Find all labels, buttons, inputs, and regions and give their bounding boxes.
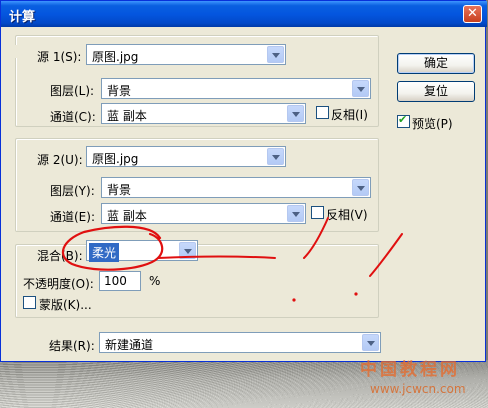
opacity-input[interactable]: 100 [99, 271, 141, 291]
chevron-down-icon[interactable] [287, 205, 304, 222]
source2-select[interactable]: 原图.jpg [86, 146, 286, 167]
blend-mode-value: 柔光 [89, 243, 120, 262]
source1-channel-select[interactable]: 蓝 副本 [101, 103, 306, 124]
source2-value: 原图.jpg [92, 152, 139, 166]
chevron-down-icon[interactable] [352, 80, 369, 97]
source2-layer-label: 图层(Y): [50, 184, 95, 198]
source1-layer-label: 图层(L): [50, 84, 95, 98]
source1-select[interactable]: 原图.jpg [86, 44, 286, 65]
result-select[interactable]: 新建通道 [99, 332, 381, 353]
opacity-label: 不透明度(O): [23, 277, 94, 291]
watermark-url: www.jcwcn.com [370, 382, 466, 396]
close-icon: ✕ [467, 6, 478, 21]
preview-checkbox[interactable] [397, 113, 410, 128]
result-label: 结果(R): [49, 339, 95, 353]
source2-invert-label[interactable]: 反相(V) [326, 206, 368, 223]
opacity-unit: % [149, 274, 161, 288]
source1-group-corner [9, 45, 22, 58]
source2-invert-checkbox[interactable] [311, 206, 324, 219]
source1-invert-label[interactable]: 反相(I) [331, 106, 368, 123]
chevron-down-icon[interactable] [179, 242, 196, 259]
source1-channel-value: 蓝 副本 [107, 109, 147, 123]
chevron-down-icon[interactable] [287, 105, 304, 122]
source1-layer-select[interactable]: 背景 [101, 78, 371, 99]
chevron-down-icon[interactable] [362, 334, 379, 351]
preview-label[interactable]: 预览(P) [412, 115, 453, 132]
chevron-down-icon[interactable] [267, 46, 284, 63]
source2-channel-select[interactable]: 蓝 副本 [101, 203, 306, 224]
opacity-value: 100 [104, 274, 127, 288]
source1-channel-label: 通道(C): [50, 110, 96, 124]
close-button[interactable]: ✕ [463, 5, 482, 23]
reset-button[interactable]: 复位 [397, 81, 475, 102]
ok-button[interactable]: 确定 [397, 53, 475, 74]
source2-layer-value: 背景 [107, 183, 132, 197]
chevron-down-icon[interactable] [352, 179, 369, 196]
source1-layer-value: 背景 [107, 84, 132, 98]
watermark-logo: 中国教程网 [360, 360, 460, 380]
blend-mode-select[interactable]: 柔光 [86, 240, 198, 262]
source2-channel-label: 通道(E): [50, 210, 95, 224]
title-bar[interactable]: 计算 ✕ [1, 1, 487, 27]
source2-label: 源 2(U): [37, 153, 83, 167]
calculations-dialog: 计算 ✕ 源 1(S): 原图.jpg 图层(L): 背景 通道(C): 蓝 副… [0, 0, 487, 362]
source2-channel-value: 蓝 副本 [107, 209, 147, 223]
source1-value: 原图.jpg [92, 50, 139, 64]
blend-label: 混合(B): [37, 249, 83, 263]
source2-layer-select[interactable]: 背景 [101, 177, 371, 198]
mask-label[interactable]: 蒙版(K)... [39, 296, 92, 313]
source1-invert-checkbox[interactable] [316, 106, 329, 119]
chevron-down-icon[interactable] [267, 148, 284, 165]
mask-checkbox[interactable] [23, 296, 36, 309]
dialog-title: 计算 [9, 10, 36, 25]
source1-label: 源 1(S): [37, 50, 82, 64]
result-value: 新建通道 [105, 338, 154, 352]
